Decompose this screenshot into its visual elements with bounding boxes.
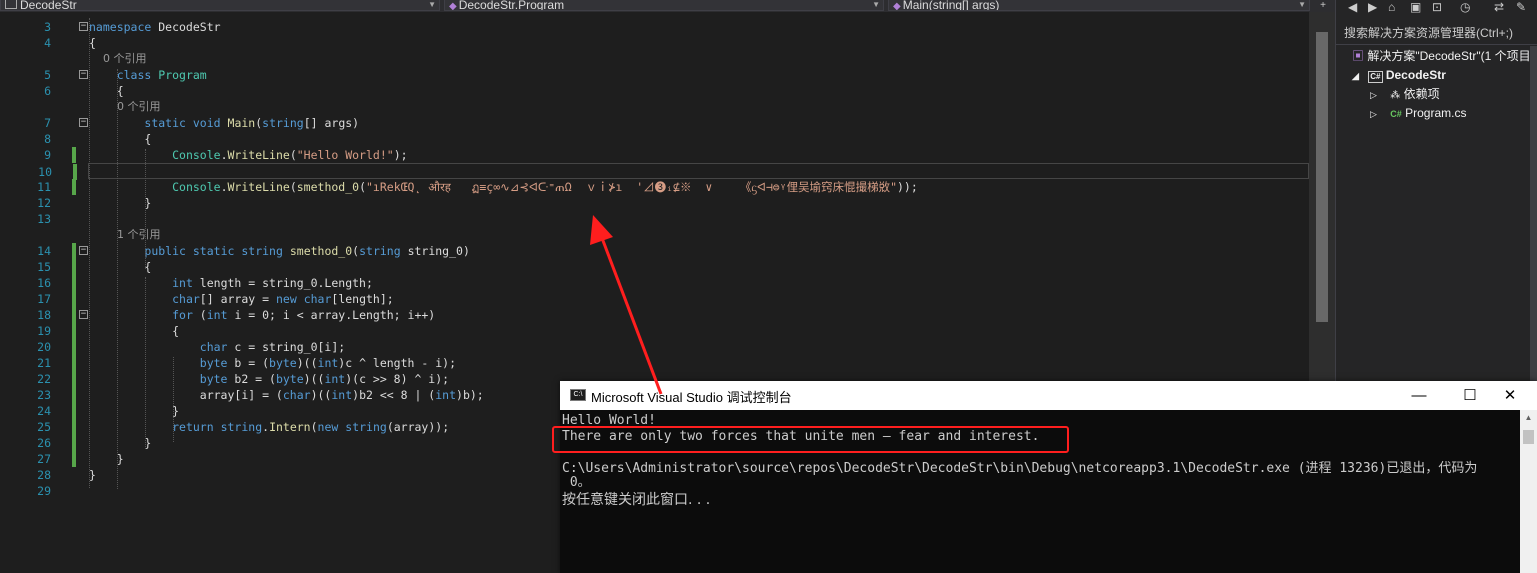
annotation-arrow [590,215,663,395]
arrow-head [590,215,613,245]
arrow-shaft [600,237,663,395]
